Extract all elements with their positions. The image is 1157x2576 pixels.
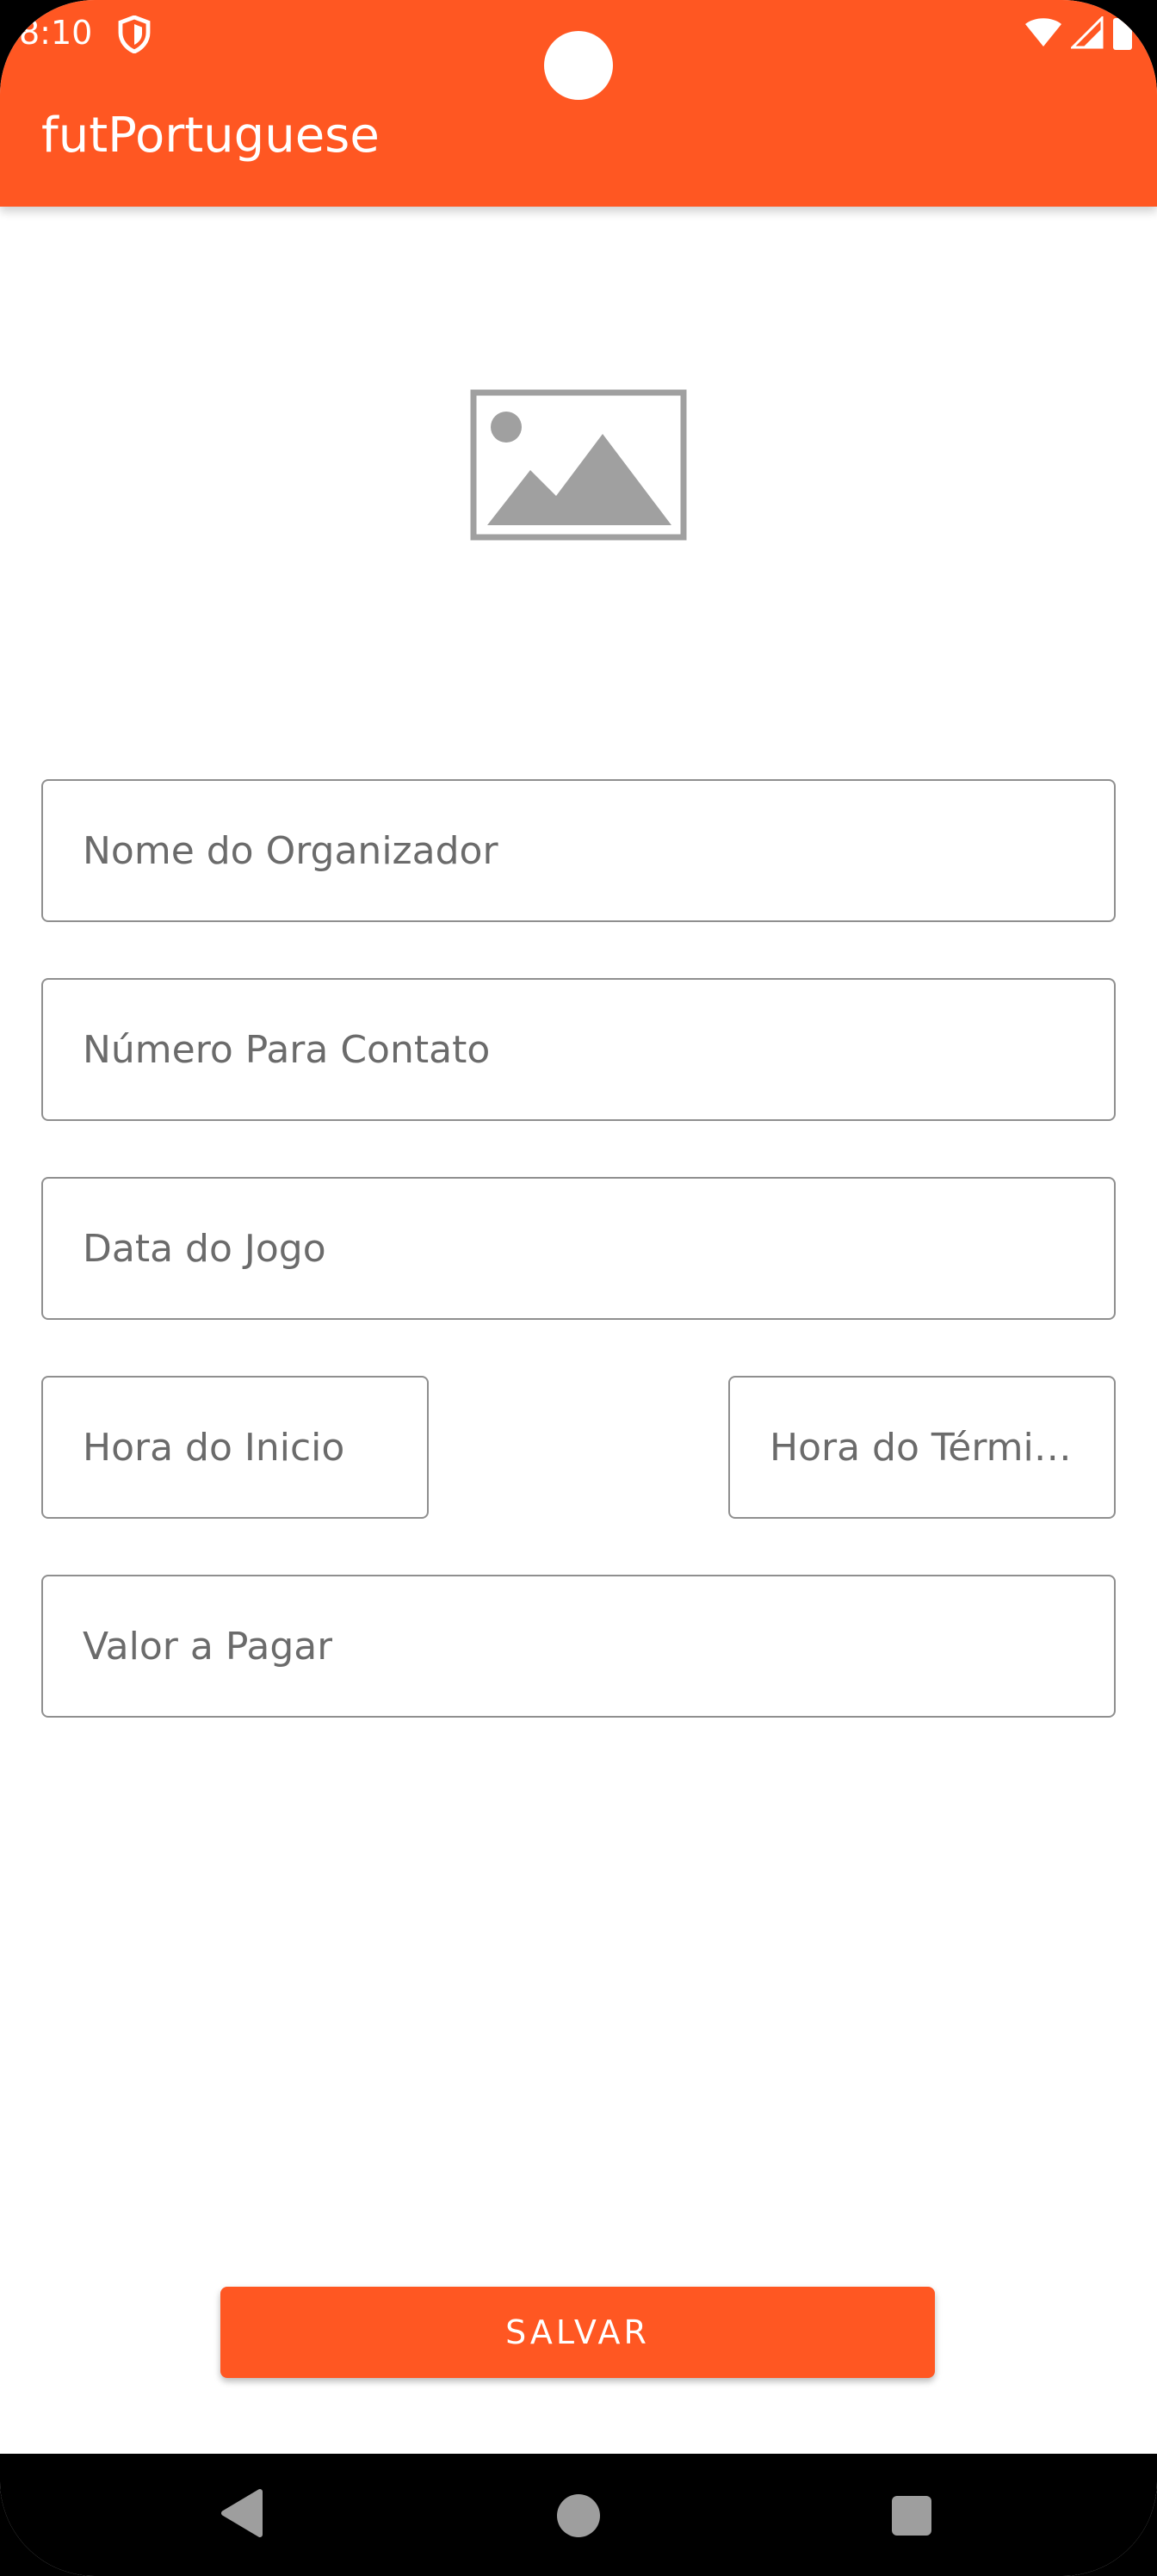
organizer-name-placeholder: Nome do Organizador: [83, 828, 498, 873]
amount-field[interactable]: Valor a Pagar: [41, 1575, 1116, 1718]
organizer-name-field[interactable]: Nome do Organizador: [41, 779, 1116, 922]
start-time-field[interactable]: Hora do Inicio: [41, 1376, 429, 1519]
device-screen: 8:10 futPortuguese Nome do Organizador N…: [0, 0, 1157, 2576]
contact-number-field[interactable]: Número Para Contato: [41, 978, 1116, 1121]
navigation-bar: [0, 2454, 1157, 2576]
camera-cutout: [544, 31, 613, 100]
wifi-icon: [1025, 18, 1061, 46]
shield-icon: [118, 15, 151, 53]
app-bar: 8:10 futPortuguese: [0, 0, 1157, 207]
game-date-placeholder: Data do Jogo: [83, 1226, 326, 1271]
battery-icon: [1113, 15, 1132, 50]
recents-icon[interactable]: [892, 2496, 931, 2536]
status-time: 8:10: [19, 14, 93, 52]
home-icon[interactable]: [557, 2494, 600, 2537]
end-time-field[interactable]: Hora do Térmi…: [728, 1376, 1116, 1519]
signal-icon: [1071, 16, 1104, 49]
end-time-placeholder: Hora do Térmi…: [770, 1425, 1072, 1470]
app-title: futPortuguese: [41, 108, 380, 164]
image-placeholder-icon[interactable]: [470, 389, 687, 541]
game-date-field[interactable]: Data do Jogo: [41, 1177, 1116, 1320]
save-button[interactable]: SALVAR: [220, 2287, 935, 2378]
amount-placeholder: Valor a Pagar: [83, 1624, 333, 1669]
status-icons: [1024, 14, 1133, 52]
start-time-placeholder: Hora do Inicio: [83, 1425, 345, 1470]
contact-number-placeholder: Número Para Contato: [83, 1027, 491, 1072]
back-icon[interactable]: [220, 2488, 263, 2538]
